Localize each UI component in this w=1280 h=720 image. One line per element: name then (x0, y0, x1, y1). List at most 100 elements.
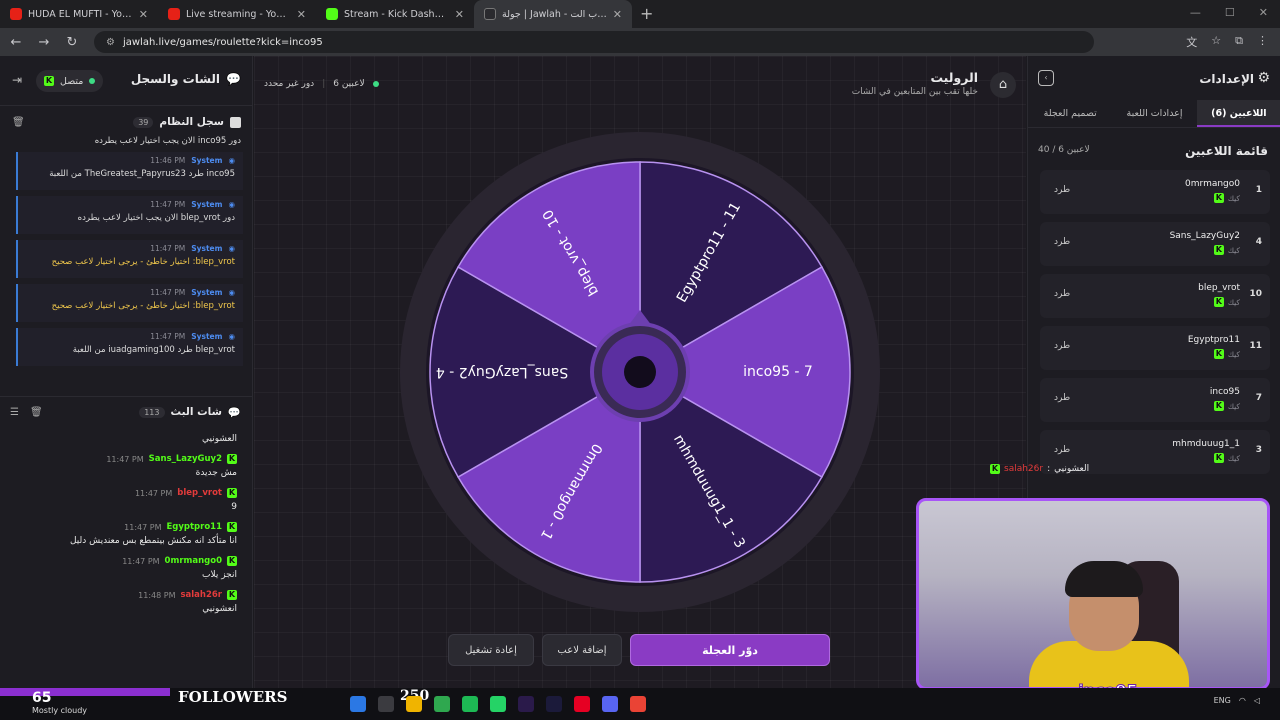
log-time: 11:47 PM (150, 332, 186, 341)
panel-title: الإعدادات (1199, 72, 1254, 86)
kick-player-button[interactable]: طرد (1054, 445, 1070, 455)
search-icon[interactable] (378, 696, 394, 712)
system-log-item: 11:46 PM System ◉ inco95 طرد TheGreatest_Pa… (16, 152, 243, 190)
back-icon[interactable]: ← (4, 35, 28, 50)
close-window-icon[interactable]: ✕ (1259, 6, 1268, 19)
trash-icon[interactable]: 🗑 (12, 117, 25, 128)
tab-game-settings[interactable]: إعدادات اللعبة (1112, 100, 1196, 127)
kick-player-button[interactable]: طرد (1054, 341, 1070, 351)
browser-tab[interactable]: Live streaming - YouTube Studio ✕ (158, 0, 316, 28)
chat-message: 11:47 PM blep_vrot K 9 (0, 488, 237, 512)
youtube-icon (168, 8, 180, 20)
live-chat-list[interactable]: العشونيي 11:47 PM Sans_LazyGuy2 K مش جديدة 1… (0, 430, 253, 680)
kick-player-button[interactable]: طرد (1054, 393, 1070, 403)
roulette-wheel[interactable]: Egyptpro11 - 11 inco95 - 7 mhmduuug1_1 - 3… (400, 132, 880, 612)
system-log-list[interactable]: دور inco95 الان يجب اختيار لاعب يطرده 11… (16, 136, 253, 380)
reload-icon[interactable]: ↻ (60, 35, 84, 50)
close-icon[interactable]: ✕ (613, 8, 622, 21)
chat-message: العشونيي (0, 434, 237, 444)
maximize-icon[interactable]: ☐ (1225, 6, 1235, 19)
chat-username[interactable]: blep_vrot (177, 488, 222, 498)
log-meta: 11:47 PM System ◉ (26, 288, 235, 297)
discord-icon[interactable] (602, 696, 618, 712)
premiere-icon[interactable] (518, 696, 534, 712)
log-time: 11:47 PM (150, 288, 186, 297)
log-user: System (191, 288, 223, 297)
log-user: System (191, 200, 223, 209)
forward-icon[interactable]: → (32, 35, 56, 50)
browser-tab[interactable]: HUDA EL MUFTI - YouTube ✕ (0, 0, 158, 28)
star-icon[interactable]: ☆ (1211, 34, 1221, 50)
collapse-panel-icon[interactable]: ‹ (1038, 70, 1054, 86)
tab-wheel-design[interactable]: تصميم العجلة (1028, 100, 1112, 127)
live-chat-title: 113 شات البث 💬 (139, 406, 241, 419)
language-indicator[interactable]: ENG (1214, 696, 1231, 705)
home-button[interactable]: ⌂ (990, 72, 1016, 98)
url-field[interactable]: ⚙ jawlah.live/games/roulette?kick=inco95 (94, 31, 1094, 53)
chat-username[interactable]: salah26r (180, 590, 222, 600)
kick-icon: K (227, 488, 237, 498)
reset-button[interactable]: إعادة تشغيل (448, 634, 534, 666)
chat-username[interactable]: Sans_LazyGuy2 (149, 454, 222, 464)
chat-meta: 11:47 PM 0mrmango0 K (0, 556, 237, 566)
browser-tab-active[interactable]: جولة | Jawlah - منصة الألعاب الت... ✕ (474, 0, 632, 28)
chat-username[interactable]: Egyptpro11 (166, 522, 222, 532)
after-effects-icon[interactable] (546, 696, 562, 712)
kick-player-button[interactable]: طرد (1054, 289, 1070, 299)
windows-start-icon[interactable] (350, 696, 366, 712)
volume-icon[interactable]: ◁ (1254, 696, 1260, 705)
game-status: دور غير محدد | 6 لاعبين (264, 79, 379, 89)
system-log-header: 🗑 39 سجل النظام (0, 108, 253, 136)
chrome-icon[interactable] (630, 696, 646, 712)
chat-text: العشونيي (202, 434, 237, 444)
player-platform: K كيك (1213, 297, 1240, 307)
log-text: دور blep_vrot الان يجب اختيار لاعب يطرده (77, 213, 235, 223)
tab-players[interactable]: اللاعبين (6) (1196, 100, 1280, 127)
close-icon[interactable]: ✕ (455, 8, 464, 21)
close-icon[interactable]: ✕ (297, 8, 306, 21)
action-buttons: إعادة تشغيل إضافة لاعب دوّر العجلة (254, 634, 1026, 670)
browser-tab[interactable]: Stream - Kick Dashboard ✕ (316, 0, 474, 28)
file-explorer-icon[interactable] (406, 696, 422, 712)
close-icon[interactable]: ✕ (139, 8, 148, 21)
player-row: 7 inco95 K كيك طرد (1040, 378, 1270, 422)
kick-player-button[interactable]: طرد (1054, 237, 1070, 247)
site-info-icon[interactable]: ⚙ (106, 37, 115, 48)
jawlah-icon (484, 8, 496, 20)
system-log-item: 11:47 PM System ◉ دور blep_vrot الان يجب اخ… (16, 196, 243, 234)
chat-text: انعشونيي (202, 604, 237, 614)
filter-icon[interactable]: ☰ (10, 407, 19, 418)
add-player-button[interactable]: إضافة لاعب (542, 634, 622, 666)
status-dot (372, 81, 379, 87)
player-name: Sans_LazyGuy2 (1169, 231, 1240, 241)
section-title: شات البث (170, 406, 222, 418)
player-row: 11 Egyptpro11 K كيك طرد (1040, 326, 1270, 370)
translate-icon[interactable]: 文 (1186, 34, 1197, 50)
kick-player-button[interactable]: طرد (1054, 185, 1070, 195)
chat-message: 11:47 PM 0mrmango0 K انجز يلاب (0, 556, 237, 580)
menu-icon[interactable]: ⋮ (1257, 34, 1268, 50)
new-tab-button[interactable]: + (640, 4, 653, 23)
settings-tabs: اللاعبين (6) إعدادات اللعبة تصميم العجلة (1028, 100, 1280, 128)
whatsapp-icon[interactable] (490, 696, 506, 712)
log-user: System (191, 244, 223, 253)
extensions-icon[interactable]: ⧉ (1235, 34, 1243, 50)
player-number: 4 (1255, 237, 1262, 247)
minimize-icon[interactable]: — (1190, 6, 1201, 19)
trash-icon[interactable]: 🗑 (30, 407, 43, 418)
weather-widget[interactable]: 65 Mostly cloudy (32, 690, 87, 715)
pinterest-icon[interactable] (574, 696, 590, 712)
connection-badge: K متصل (36, 70, 104, 92)
log-text: دور inco95 الان يجب اختيار لاعب يطرده (94, 136, 241, 146)
log-user: System (191, 332, 223, 341)
live-chat-header: ☰ 🗑 113 شات البث 💬 (0, 398, 253, 426)
spin-wheel-button[interactable]: دوّر العجلة (630, 634, 830, 666)
platform-label: كيك (1227, 401, 1240, 411)
system-log-title: 39 سجل النظام (133, 116, 241, 128)
wifi-icon[interactable]: ◠ (1239, 696, 1246, 705)
spotify-icon[interactable] (462, 696, 478, 712)
kick-icon: K (1213, 453, 1224, 463)
browser-icon[interactable] (434, 696, 450, 712)
collapse-panel-icon[interactable]: ⇥ (12, 73, 22, 87)
chat-username[interactable]: 0mrmango0 (165, 556, 222, 566)
